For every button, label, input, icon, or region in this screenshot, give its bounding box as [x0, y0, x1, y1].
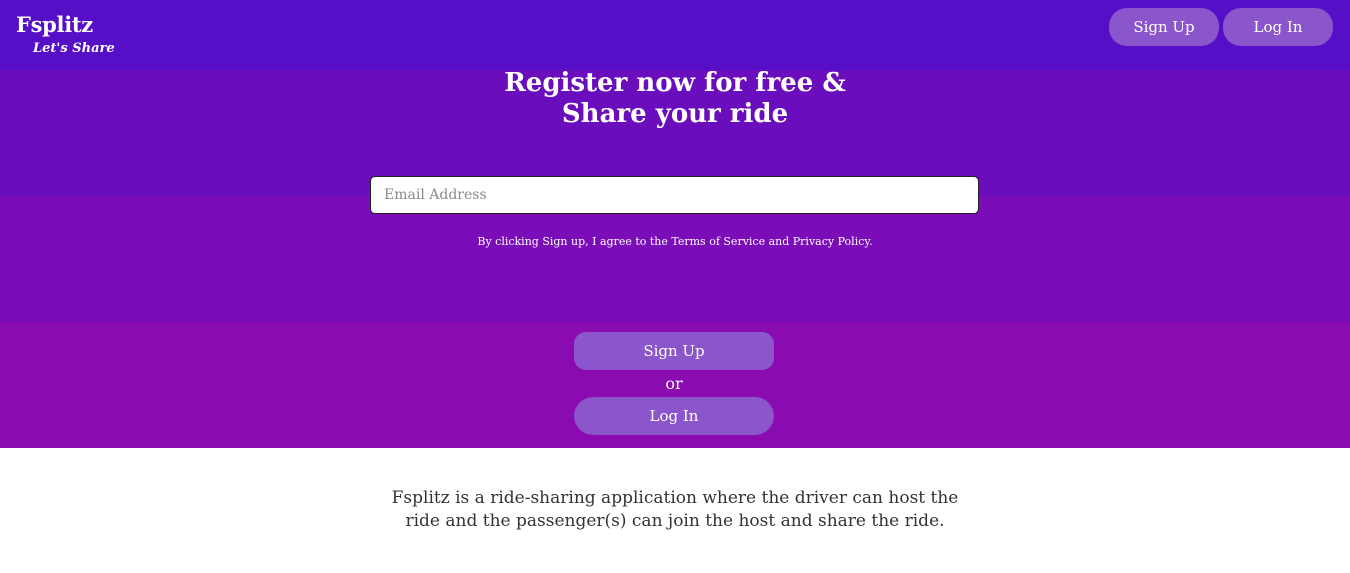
about-line-2: ride and the passenger(s) can join the h… — [405, 511, 945, 531]
login-button[interactable]: Log In — [574, 397, 774, 435]
page-title: Register now for free & Share your ride — [375, 68, 975, 130]
brand-name[interactable]: Fsplitz — [16, 12, 93, 38]
hero-section: Fsplitz Let's Share Sign Up Log In Regis… — [0, 0, 1350, 448]
about-description: Fsplitz is a ride-sharing application wh… — [375, 487, 975, 533]
nav-signup-button[interactable]: Sign Up — [1109, 8, 1219, 46]
about-line-1: Fsplitz is a ride-sharing application wh… — [391, 488, 959, 508]
or-separator: or — [665, 374, 683, 393]
email-field[interactable] — [370, 176, 979, 214]
headline-line-2: Share your ride — [561, 99, 789, 129]
headline-line-1: Register now for free & — [504, 68, 846, 98]
signup-button[interactable]: Sign Up — [574, 332, 774, 370]
terms-notice: By clicking Sign up, I agree to the Term… — [477, 235, 873, 248]
brand-tagline: Let's Share — [33, 41, 115, 56]
nav-login-button[interactable]: Log In — [1223, 8, 1333, 46]
logo[interactable]: Fsplitz Let's Share — [16, 12, 115, 56]
